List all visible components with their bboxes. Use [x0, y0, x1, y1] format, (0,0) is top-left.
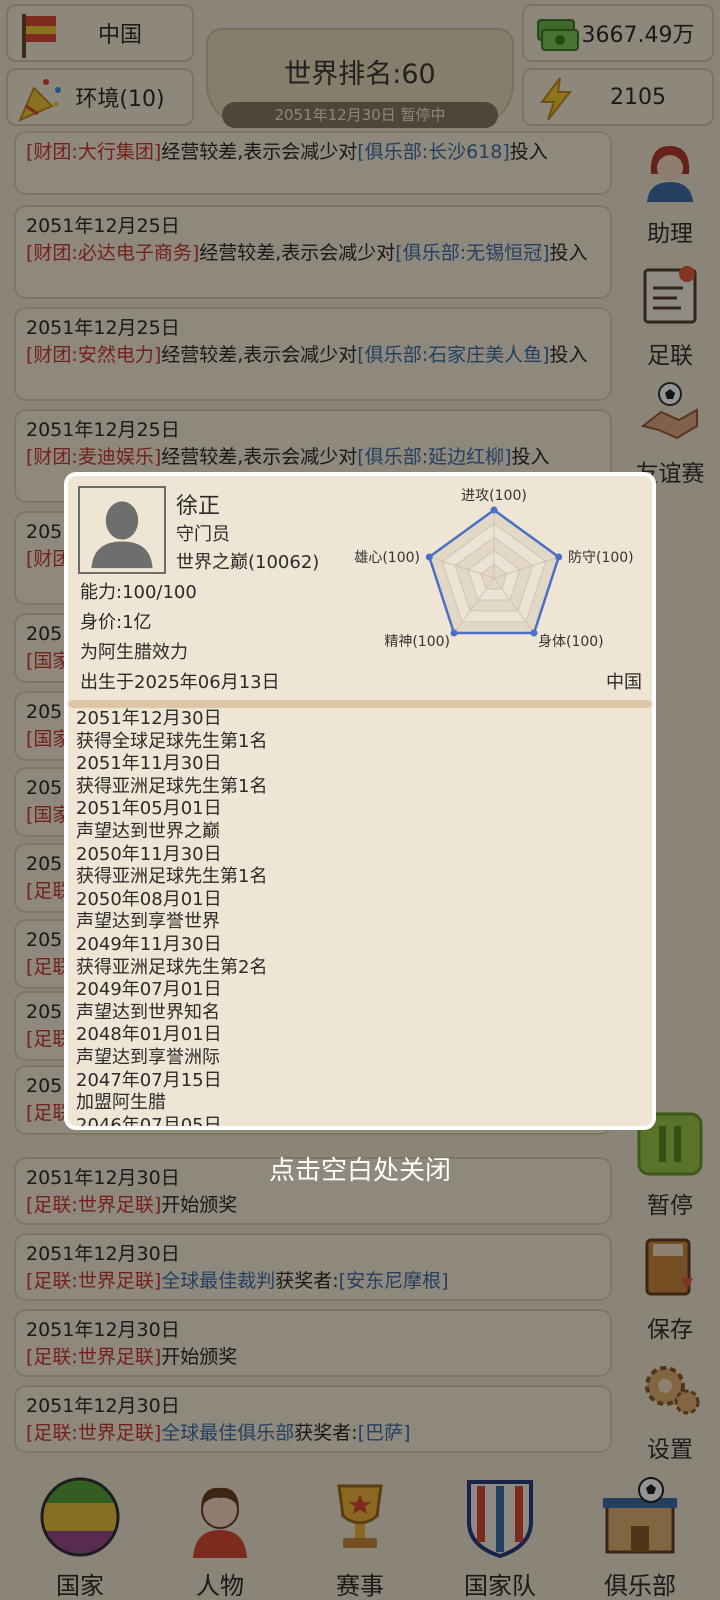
history-entry: 2049年11月30日 [76, 933, 222, 955]
history-entry: 声望达到世界之巅 [76, 820, 220, 842]
history-entry: 2049年07月01日 [76, 979, 222, 1001]
person-silhouette-icon [91, 501, 153, 569]
radar-point [490, 506, 498, 514]
radar-point [425, 553, 433, 561]
player-name: 徐正 [176, 494, 221, 519]
history-entry: 声望达到世界知名 [76, 1001, 220, 1023]
player-reputation: 世界之巅(10062) [176, 552, 320, 573]
history-entry: 加盟阿生腊 [76, 1092, 166, 1114]
player-club: 为阿生腊效力 [80, 642, 188, 663]
history-entry: 2051年12月30日 [76, 708, 222, 729]
history-entry: 获得亚洲足球先生第1名 [76, 866, 268, 888]
radar-point [450, 629, 458, 637]
radar-label-attack: 进攻(100) [461, 488, 527, 504]
history-entry: 2050年08月01日 [76, 888, 222, 910]
player-birth: 出生于2025年06月13日 [80, 672, 280, 693]
player-avatar [78, 486, 166, 574]
history-entry: 2050年11月30日 [76, 843, 222, 865]
radar-label-spirit: 精神(100) [384, 634, 450, 650]
history-entry: 2051年05月01日 [76, 798, 222, 820]
history-entry: 获得亚洲足球先生第1名 [76, 775, 268, 797]
history-entry: 2051年11月30日 [76, 753, 222, 775]
history-entry: 获得全球足球先生第1名 [76, 730, 268, 752]
history-entry: 声望达到享誉洲际 [76, 1046, 220, 1068]
history-entry: 2046年07月05日 [76, 1114, 222, 1126]
radar-point [555, 553, 563, 561]
history-entry: 2047年07月15日 [76, 1069, 222, 1091]
close-hint: 点击空白处关闭 [268, 1156, 451, 1186]
player-value: 身价:1亿 [80, 612, 152, 633]
radar-label-physical: 身体(100) [538, 634, 604, 650]
modal-divider [68, 700, 652, 708]
radar-point [530, 629, 538, 637]
radar-label-defense: 防守(100) [568, 550, 634, 566]
radar-label-ambition: 雄心(100) [354, 550, 420, 566]
history-entry: 声望达到享誉世界 [76, 911, 220, 933]
history-entry: 2048年01月01日 [76, 1024, 222, 1046]
attribute-radar-chart: 进攻(100) 防守(100) 身体(100) 精神(100) 雄心(100) [354, 488, 634, 650]
player-history-list[interactable]: 2051年12月30日 获得全球足球先生第1名 2051年11月30日 获得亚洲足球先… [76, 708, 644, 1126]
player-position: 守门员 [176, 524, 230, 545]
history-entry: 获得亚洲足球先生第2名 [76, 956, 268, 978]
player-ability: 能力:100/100 [80, 582, 197, 603]
player-detail-modal: 徐正 守门员 世界之巅(10062) 能力:100/100 身价:1亿 为阿生腊… [64, 472, 656, 1130]
